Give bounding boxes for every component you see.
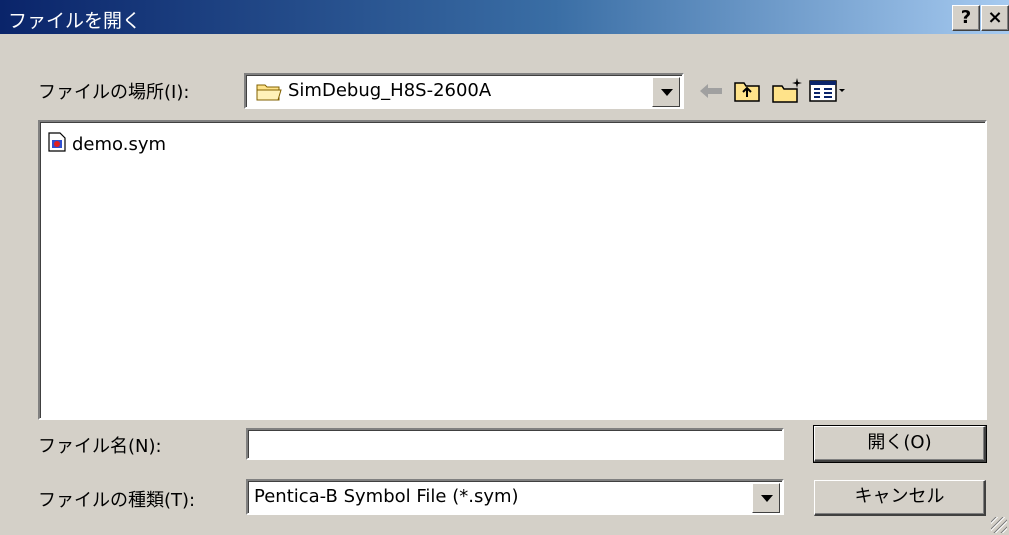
- up-folder-icon[interactable]: [732, 76, 762, 106]
- view-menu-icon[interactable]: [808, 76, 848, 106]
- window-title: ファイルを開く: [8, 10, 142, 32]
- filename-input-box[interactable]: [246, 428, 784, 460]
- look-in-dropdown-button[interactable]: [652, 77, 680, 107]
- filename-input[interactable]: [250, 432, 774, 456]
- title-bar[interactable]: ファイルを開く ? ×: [0, 0, 1009, 34]
- filename-label: ファイル名(N):: [38, 436, 162, 457]
- open-button[interactable]: 開く(O): [813, 425, 987, 463]
- resize-grip[interactable]: [991, 517, 1007, 533]
- filetype-dropdown-button[interactable]: [752, 483, 780, 513]
- filetype-label: ファイルの種類(T):: [38, 490, 196, 511]
- file-list[interactable]: demo.sym: [38, 120, 987, 420]
- back-arrow-icon[interactable]: [696, 76, 726, 106]
- filetype-value: Pentica-B Symbol File (*.sym): [254, 486, 519, 507]
- look-in-combo[interactable]: SimDebug_H8S-2600A: [244, 73, 684, 109]
- file-name: demo.sym: [72, 134, 167, 155]
- new-folder-icon[interactable]: [770, 76, 802, 106]
- filetype-combo[interactable]: Pentica-B Symbol File (*.sym): [246, 479, 784, 515]
- close-button[interactable]: ×: [981, 5, 1009, 31]
- folder-icon: [256, 81, 282, 106]
- look-in-value: SimDebug_H8S-2600A: [288, 80, 492, 101]
- list-item[interactable]: demo.sym: [48, 132, 166, 157]
- look-in-label: ファイルの場所(I):: [38, 82, 190, 103]
- help-button[interactable]: ?: [952, 5, 980, 31]
- symbol-file-icon: [48, 132, 66, 157]
- cancel-button[interactable]: キャンセル: [814, 480, 986, 516]
